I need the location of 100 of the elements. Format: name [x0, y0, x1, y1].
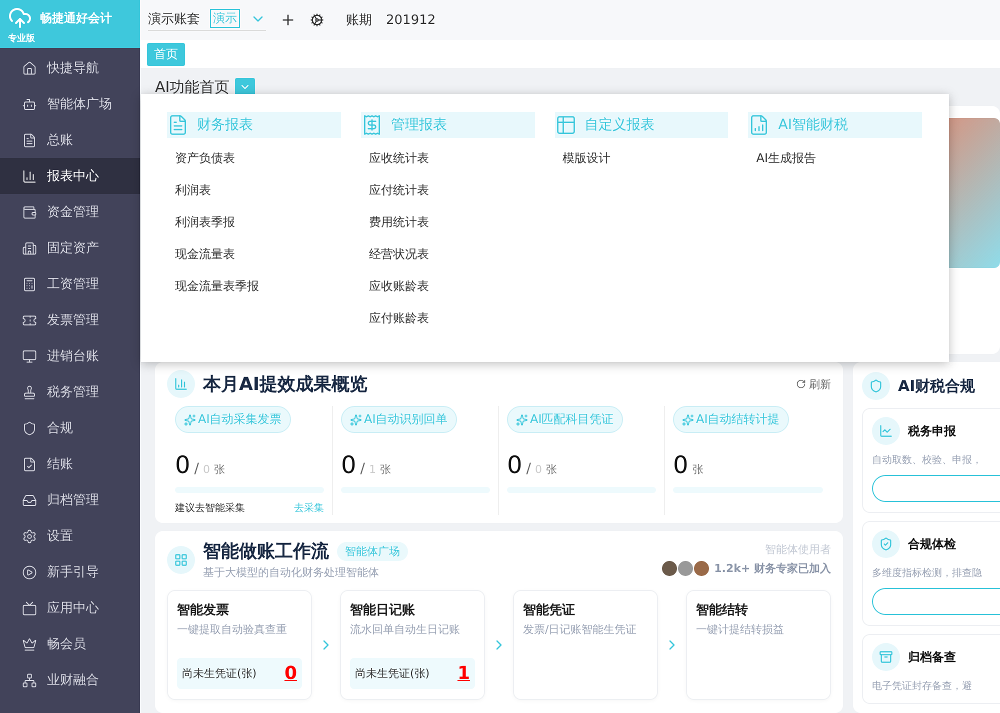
- menu-item[interactable]: 应收统计表: [360, 142, 534, 174]
- sidebar-item[interactable]: 工资管理: [0, 266, 140, 302]
- step-subtitle: 一键提取自动验真查重: [177, 622, 288, 637]
- sidebar-item[interactable]: 总账: [0, 122, 140, 158]
- action-button[interactable]: [872, 588, 1000, 615]
- card-title: 智能做账工作流: [203, 540, 329, 563]
- stat-value[interactable]: 0: [284, 663, 297, 684]
- sidebar-item[interactable]: 应用中心: [0, 590, 140, 626]
- unit-label: 张: [692, 462, 704, 477]
- sparkle-icon: [184, 414, 196, 426]
- nav-icon: [22, 492, 37, 508]
- sidebar-item[interactable]: 税务管理: [0, 374, 140, 410]
- users-label: 智能体使用者: [765, 542, 831, 557]
- nav-icon: [22, 672, 37, 688]
- sidebar-item[interactable]: 畅会员: [0, 626, 140, 662]
- slash-text: /: [194, 461, 199, 477]
- edition-label: 专业版: [8, 32, 36, 45]
- menu-item[interactable]: 应付统计表: [360, 174, 534, 206]
- nav-icon: [22, 168, 37, 184]
- unit-label: 张: [546, 462, 557, 477]
- nav-icon: [22, 96, 37, 112]
- step-subtitle: 发票/日记账智能生凭证: [523, 622, 638, 637]
- nav-icon: [22, 276, 37, 292]
- account-name: 演示账套: [148, 10, 200, 28]
- menu-item[interactable]: 应付账龄表: [360, 302, 534, 334]
- nav-icon: [22, 528, 37, 544]
- menu-group-header: 财务报表: [167, 112, 341, 138]
- menu-item[interactable]: 经营状况表: [360, 238, 534, 270]
- cloud-logo-icon: [8, 6, 32, 30]
- stat-label: 尚未生凭证(张): [355, 666, 430, 681]
- menu-item[interactable]: 模版设计: [554, 142, 728, 174]
- nav-icon: [22, 240, 37, 256]
- add-icon[interactable]: [280, 12, 296, 28]
- menu-group-header: 管理报表: [360, 112, 534, 138]
- nav-icon: [22, 564, 37, 580]
- sidebar-item[interactable]: 智能体广场: [0, 86, 140, 122]
- nav-icon: [22, 636, 37, 652]
- step-title: 智能凭证: [523, 602, 576, 619]
- metric-count: 0: [175, 451, 190, 479]
- item-description: 多维度指标检测，排查隐: [872, 566, 983, 580]
- menu-item[interactable]: 现金流量表: [167, 238, 341, 270]
- sidebar-item[interactable]: 进销台账: [0, 338, 140, 374]
- menu-item[interactable]: 利润表季报: [167, 206, 341, 238]
- sidebar-item[interactable]: 设置: [0, 518, 140, 554]
- action-button[interactable]: [872, 475, 1000, 502]
- sparkle-icon: [516, 414, 528, 426]
- sidebar-item[interactable]: 固定资产: [0, 230, 140, 266]
- period-value: 201912: [386, 12, 436, 28]
- settings-icon[interactable]: [310, 13, 324, 27]
- chart-icon: [167, 370, 195, 398]
- refresh-icon: [796, 379, 806, 389]
- nav-icon: [22, 60, 37, 76]
- nav-icon: [22, 420, 37, 436]
- step-title: 智能日记账: [350, 602, 416, 619]
- item-title: 归档备查: [908, 648, 956, 666]
- sparkle-icon: [682, 414, 694, 426]
- report-icon: [554, 114, 576, 136]
- stat-value[interactable]: 1: [457, 663, 470, 684]
- card-title: 本月AI提效成果概览: [203, 373, 368, 396]
- stat-label: 尚未生凭证(张): [182, 666, 257, 681]
- menu-item[interactable]: 费用统计表: [360, 206, 534, 238]
- workflow-step-card[interactable]: 智能日记账 流水回单自动生日记账 尚未生凭证(张) 1: [340, 590, 485, 700]
- workflow-step-card[interactable]: 智能凭证 发票/日记账智能生凭证: [513, 590, 658, 700]
- avatar: [677, 560, 694, 577]
- step-subtitle: 流水回单自动生日记账: [350, 622, 461, 637]
- sidebar-item[interactable]: 归档管理: [0, 482, 140, 518]
- sidebar-item[interactable]: 资金管理: [0, 194, 140, 230]
- nav-icon: [22, 204, 37, 220]
- sidebar-item[interactable]: 业财融合: [0, 662, 140, 698]
- workflow-step-card[interactable]: 智能发票 一键提取自动验真查重 尚未生凭证(张) 0: [167, 590, 312, 700]
- feature-icon: [872, 417, 900, 445]
- menu-item[interactable]: AI生成报告: [748, 142, 922, 174]
- nav-icon: [22, 348, 37, 364]
- nav-icon: [22, 312, 37, 328]
- nav-icon: [22, 384, 37, 400]
- menu-group-header: AI智能财税: [748, 112, 922, 138]
- nav-icon: [22, 132, 37, 148]
- item-description: 电子凭证封存备查，避: [872, 680, 973, 693]
- workflow-step-card[interactable]: 智能结转 一键计提结转损益: [686, 590, 831, 700]
- menu-item[interactable]: 现金流量表季报: [167, 270, 341, 302]
- hint-text: 建议去智能采集: [175, 502, 245, 515]
- sidebar-item[interactable]: 报表中心: [0, 158, 140, 194]
- report-icon: [167, 114, 189, 136]
- item-title: 合规体检: [908, 536, 956, 552]
- metric-count: 0: [507, 451, 522, 479]
- nav-icon: [22, 456, 37, 472]
- menu-item[interactable]: 利润表: [167, 174, 341, 206]
- sidebar-item[interactable]: 快捷导航: [0, 50, 140, 86]
- refresh-link[interactable]: 刷新: [796, 376, 831, 392]
- sidebar-item[interactable]: 发票管理: [0, 302, 140, 338]
- card-subtitle: 基于大模型的自动化财务处理智能体: [203, 565, 380, 580]
- feature-icon: [872, 643, 900, 671]
- sidebar-item[interactable]: 结账: [0, 446, 140, 482]
- menu-item[interactable]: 应收账龄表: [360, 270, 534, 302]
- sidebar-item[interactable]: 合规: [0, 410, 140, 446]
- sidebar-item[interactable]: 新手引导: [0, 554, 140, 590]
- step-title: 智能发票: [177, 602, 230, 619]
- menu-item[interactable]: 资产负债表: [167, 142, 341, 174]
- shield-icon: [862, 372, 890, 400]
- brand-name: 畅捷通好会计: [40, 10, 112, 26]
